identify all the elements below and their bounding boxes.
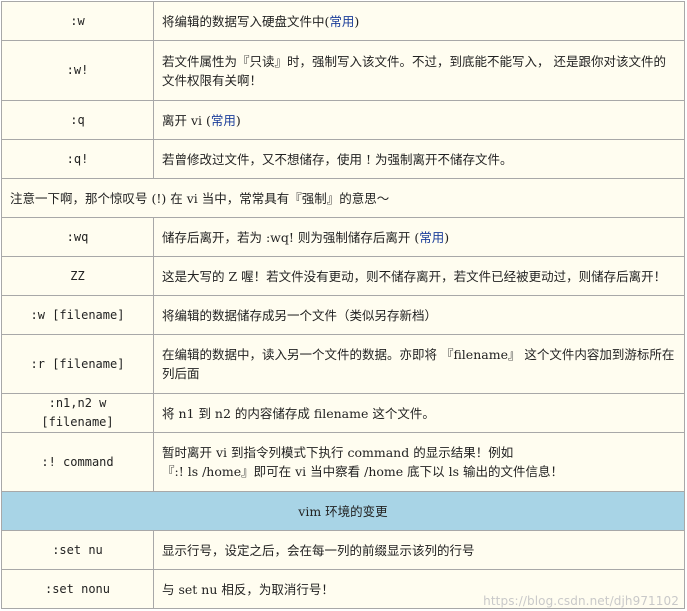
description-cell: 将 n1 到 n2 的内容储存成 filename 这个文件。 — [153, 393, 685, 433]
table-row: :w [filename] 将编辑的数据储存成另一个文件（类似另存新档） — [1, 295, 685, 335]
description-tail: ) — [444, 229, 450, 245]
table-row: :w! 若文件属性为『只读』时，强制写入该文件。不过，到底能不能写入， 还是跟你… — [1, 40, 685, 101]
command-cell: :n1,n2 w [filename] — [1, 393, 154, 433]
description-cell: 储存后离开，若为 :wq! 则为强制储存后离开 (常用) — [153, 217, 685, 257]
table-row: :set nu 显示行号，设定之后，会在每一列的前缀显示该列的行号 — [1, 530, 685, 570]
section-row: vim 环境的变更 — [1, 491, 685, 531]
table-row: :wq 储存后离开，若为 :wq! 则为强制储存后离开 (常用) — [1, 217, 685, 257]
command-cell: :q! — [1, 139, 154, 179]
description-cell: 将编辑的数据储存成另一个文件（类似另存新档） — [153, 295, 685, 335]
description-cell: 若文件属性为『只读』时，强制写入该文件。不过，到底能不能写入， 还是跟你对该文件… — [153, 40, 685, 101]
command-cell: :q — [1, 100, 154, 140]
section-header: vim 环境的变更 — [1, 491, 685, 531]
description-cell: 将编辑的数据写入硬盘文件中(常用) — [153, 1, 685, 41]
table-row: ZZ 这是大写的 Z 喔！若文件没有更动，则不储存离开，若文件已经被更动过，则储… — [1, 256, 685, 296]
command-cell: :set nonu — [1, 569, 154, 609]
description-text-line2: 『:! ls /home』即可在 vi 当中察看 /home 底下以 ls 输出… — [162, 464, 563, 479]
watermark-text: https://blog.csdn.net/djh971102 — [483, 594, 679, 608]
description-tail: ) — [235, 112, 241, 128]
common-use-highlight: 常用 — [419, 229, 445, 245]
command-cell: :r [filename] — [1, 334, 154, 394]
command-cell: :wq — [1, 217, 154, 257]
command-cell: :w! — [1, 40, 154, 101]
common-use-highlight: 常用 — [210, 112, 236, 128]
common-use-highlight: 常用 — [329, 13, 355, 29]
note-cell: 注意一下啊，那个惊叹号 (!) 在 vi 当中，常常具有『强制』的意思～ — [1, 178, 685, 218]
command-cell: :set nu — [1, 530, 154, 570]
table-row: :r [filename] 在编辑的数据中，读入另一个文件的数据。亦即将 『fi… — [1, 334, 685, 394]
description-cell: 在编辑的数据中，读入另一个文件的数据。亦即将 『filename』 这个文件内容… — [153, 334, 685, 394]
vi-command-table: :w 将编辑的数据写入硬盘文件中(常用) :w! 若文件属性为『只读』时，强制写… — [1, 1, 685, 609]
table-row: :w 将编辑的数据写入硬盘文件中(常用) — [1, 1, 685, 41]
description-cell: 显示行号，设定之后，会在每一列的前缀显示该列的行号 — [153, 530, 685, 570]
description-text: 将编辑的数据写入硬盘文件中( — [162, 13, 330, 29]
description-cell: 若曾修改过文件，又不想储存，使用 ! 为强制离开不储存文件。 — [153, 139, 685, 179]
description-cell: 暂时离开 vi 到指令列模式下执行 command 的显示结果！例如『:! ls… — [153, 432, 685, 492]
table-row: :! command 暂时离开 vi 到指令列模式下执行 command 的显示… — [1, 432, 685, 492]
table-row: :q! 若曾修改过文件，又不想储存，使用 ! 为强制离开不储存文件。 — [1, 139, 685, 179]
table-row: :n1,n2 w [filename] 将 n1 到 n2 的内容储存成 fil… — [1, 393, 685, 433]
command-cell: ZZ — [1, 256, 154, 296]
command-cell: :w — [1, 1, 154, 41]
note-row: 注意一下啊，那个惊叹号 (!) 在 vi 当中，常常具有『强制』的意思～ — [1, 178, 685, 218]
command-cell: :! command — [1, 432, 154, 492]
description-text: 暂时离开 vi 到指令列模式下执行 command 的显示结果！例如 — [162, 445, 514, 460]
description-text: 离开 vi ( — [162, 112, 211, 128]
description-cell: 这是大写的 Z 喔！若文件没有更动，则不储存离开，若文件已经被更动过，则储存后离… — [153, 256, 685, 296]
description-text: 储存后离开，若为 :wq! 则为强制储存后离开 ( — [162, 229, 420, 245]
description-cell: 离开 vi (常用) — [153, 100, 685, 140]
table-row: :q 离开 vi (常用) — [1, 100, 685, 140]
command-cell: :w [filename] — [1, 295, 154, 335]
description-tail: ) — [354, 13, 360, 29]
